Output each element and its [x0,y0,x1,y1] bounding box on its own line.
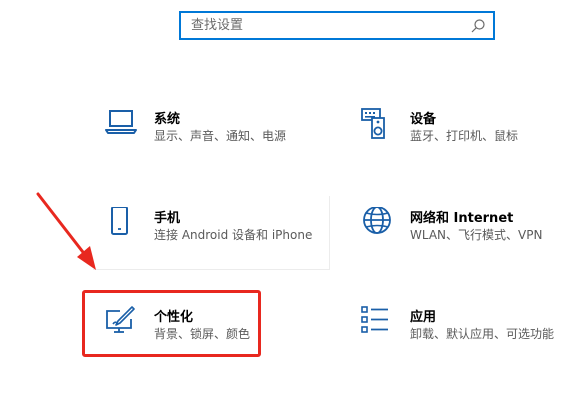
tile-devices[interactable]: 设备 蓝牙、打印机、鼠标 [360,108,580,158]
phone-icon [104,207,144,247]
app-list-icon [360,306,400,346]
tile-network[interactable]: 网络和 Internet WLAN、飞行模式、VPN [360,207,580,257]
tile-title: 手机 [154,211,181,226]
highlight-box [82,290,261,357]
settings-home: 系统 显示、声音、通知、电源 设备 蓝牙、打印机、鼠标 [0,0,585,400]
laptop-icon [104,108,144,148]
search-input[interactable] [191,13,461,38]
red-arrow-icon [36,192,96,270]
tile-title: 设备 [410,112,437,127]
tile-description: 显示、声音、通知、电源 [154,129,287,143]
tile-system[interactable]: 系统 显示、声音、通知、电源 [104,108,324,158]
tile-description: 连接 Android 设备和 iPhone [154,228,313,242]
search-icon[interactable] [470,18,486,34]
tile-title: 网络和 Internet [410,211,514,226]
keyboard-speaker-icon [360,108,400,148]
tile-description: 蓝牙、打印机、鼠标 [410,129,519,143]
globe-icon [360,207,400,247]
tile-description: WLAN、飞行模式、VPN [410,228,543,242]
tile-title: 系统 [154,112,181,127]
search-box[interactable] [179,11,495,40]
tile-phone[interactable]: 手机 连接 Android 设备和 iPhone [104,207,330,271]
tile-apps[interactable]: 应用 卸载、默认应用、可选功能 [360,306,580,356]
tile-title: 应用 [410,310,437,325]
tile-description: 卸载、默认应用、可选功能 [410,327,555,341]
